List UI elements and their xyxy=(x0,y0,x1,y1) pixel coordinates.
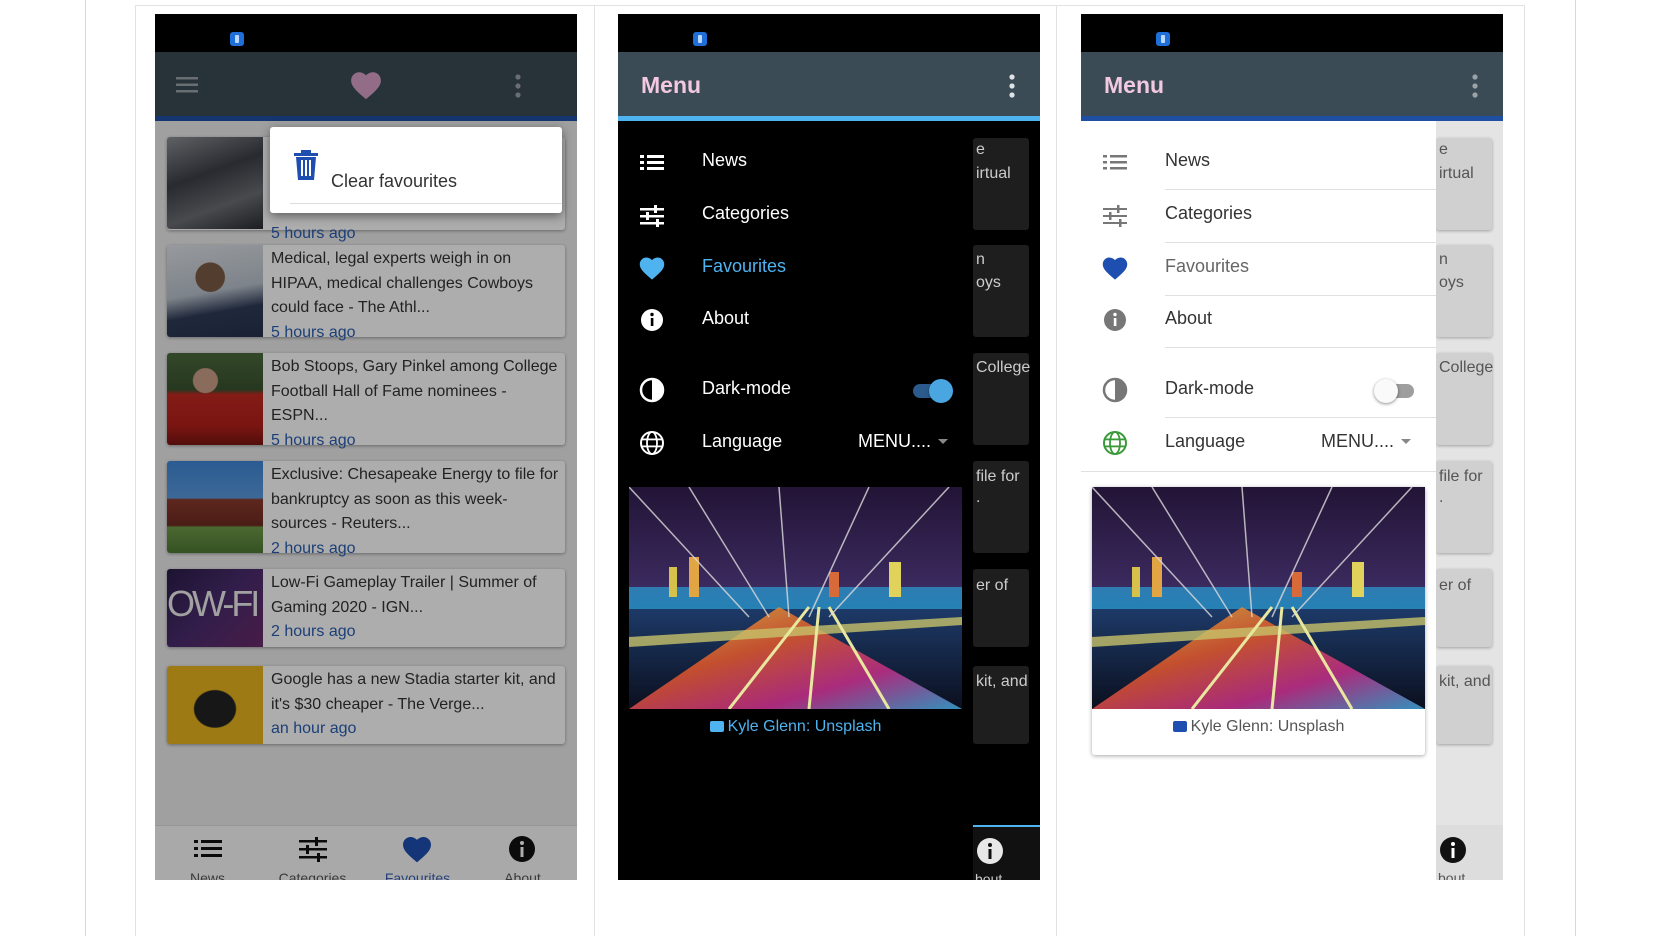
dark-mode-toggle[interactable] xyxy=(911,378,953,404)
column-divider xyxy=(1056,5,1057,936)
drawer-item-language: Language MENU.... xyxy=(618,415,973,471)
drawer-item-language: Language MENU.... xyxy=(1081,415,1436,471)
drawer-item-dark-mode: Dark-mode xyxy=(1081,362,1436,418)
behind-text: irtual xyxy=(1439,165,1474,182)
drawer-item-categories[interactable]: Categories xyxy=(1081,187,1436,243)
contrast-icon xyxy=(639,377,665,403)
options-popup-menu: Clear favourites xyxy=(270,127,562,213)
drawer-item-label: Categories xyxy=(702,203,790,223)
drawer-header: Menu xyxy=(618,52,973,120)
behind-text: file for xyxy=(976,468,1020,485)
drawer-item-favourites[interactable]: Favourites xyxy=(1081,240,1436,296)
photo-credit-text: Kyle Glenn: Unsplash xyxy=(1190,718,1345,735)
list-icon xyxy=(1103,155,1127,170)
navigation-drawer: Menu News Categories Favourites About Da… xyxy=(1081,52,1436,880)
globe-icon xyxy=(640,431,664,455)
drawer-title: Menu xyxy=(1104,72,1165,98)
behind-text: . xyxy=(1439,489,1444,506)
camera-icon xyxy=(709,721,724,732)
drawer-item-label: Dark-mode xyxy=(702,378,792,398)
drawer-item-label: Language xyxy=(1165,431,1246,451)
trash-icon xyxy=(294,150,318,180)
drawer-item-about[interactable]: About xyxy=(1081,292,1436,348)
info-icon[interactable] xyxy=(976,837,1004,865)
sliders-icon xyxy=(640,205,664,227)
drawer-item-label: Categories xyxy=(1165,203,1253,223)
status-bar xyxy=(618,14,1040,52)
behind-text: e xyxy=(1439,141,1448,158)
camera-icon xyxy=(1172,721,1187,732)
drawer-item-label: Favourites xyxy=(1165,256,1250,276)
drawer-item-categories[interactable]: Categories xyxy=(618,187,973,243)
info-icon xyxy=(641,309,663,331)
drawer-item-label: Favourites xyxy=(702,256,787,276)
list-icon xyxy=(640,155,664,170)
drawer-item-label: News xyxy=(702,150,748,170)
behind-text: e xyxy=(976,141,985,158)
notification-icon xyxy=(1156,32,1170,46)
drawer-item-label: Dark-mode xyxy=(1165,378,1255,398)
outer-border-left xyxy=(85,0,86,936)
more-options-icon[interactable] xyxy=(1004,72,1020,100)
notification-icon xyxy=(230,32,244,46)
phone-screen-dark-drawer: e irtual n oys College file for . er of … xyxy=(618,14,1040,880)
drawer-item-label: Language xyxy=(702,431,783,451)
header-photo-bridge xyxy=(1092,487,1425,709)
behind-text: College xyxy=(976,359,1031,376)
column-divider xyxy=(594,5,595,936)
globe-icon xyxy=(1103,431,1127,455)
heart-icon xyxy=(1102,257,1128,280)
drawer-item-label: About xyxy=(702,308,750,328)
bottom-nav-label: bout xyxy=(1438,870,1466,880)
drawer-item-label: About xyxy=(1165,308,1213,328)
chevron-down-icon xyxy=(938,439,948,444)
language-dropdown[interactable]: MENU.... xyxy=(848,415,958,471)
clear-favourites-label: Clear favourites xyxy=(331,171,458,191)
drawer-header: Menu xyxy=(1081,52,1436,120)
behind-text: College xyxy=(1439,359,1494,376)
behind-text: . xyxy=(976,489,981,506)
contrast-icon xyxy=(1102,377,1128,403)
drawer-item-about[interactable]: About xyxy=(618,292,973,348)
heart-icon xyxy=(639,257,665,280)
behind-text: oys xyxy=(976,274,1001,291)
drawer-item-news[interactable]: News xyxy=(1081,134,1436,190)
behind-text: n xyxy=(976,251,985,268)
photo-credit[interactable]: Kyle Glenn: Unsplash xyxy=(618,718,973,736)
more-options-icon[interactable] xyxy=(1467,72,1483,100)
drawer-item-favourites[interactable]: Favourites xyxy=(618,240,973,296)
dark-mode-toggle[interactable] xyxy=(1374,378,1416,404)
behind-text: er of xyxy=(976,577,1009,594)
photo-credit-text: Kyle Glenn: Unsplash xyxy=(727,718,882,735)
clear-favourites-item[interactable]: Clear favourites xyxy=(270,127,562,213)
drawer-title: Menu xyxy=(641,72,702,98)
notification-icon xyxy=(693,32,707,46)
status-bar xyxy=(155,14,577,52)
behind-text: oys xyxy=(1439,274,1464,291)
photo-credit[interactable]: Kyle Glenn: Unsplash xyxy=(1081,718,1436,736)
info-icon xyxy=(1104,309,1126,331)
outer-border-right xyxy=(1575,0,1576,936)
status-bar xyxy=(1081,14,1503,52)
language-dropdown-value: MENU.... xyxy=(858,431,932,451)
behind-text: kit, and xyxy=(976,673,1028,690)
behind-text: file for xyxy=(1439,468,1483,485)
drawer-item-dark-mode: Dark-mode xyxy=(618,362,973,418)
phone-screen-list: Festival - Billboard...5 hours ago Medic… xyxy=(155,14,577,880)
chevron-down-icon xyxy=(1401,439,1411,444)
behind-text: n xyxy=(1439,251,1448,268)
drawer-item-news[interactable]: News xyxy=(618,134,973,190)
bottom-nav-label: bout xyxy=(975,871,1003,880)
navigation-drawer: Menu News Categories Favourites About Da… xyxy=(618,52,973,880)
language-dropdown[interactable]: MENU.... xyxy=(1311,415,1421,471)
behind-text: er of xyxy=(1439,577,1472,594)
behind-text: irtual xyxy=(976,165,1011,182)
sliders-icon xyxy=(1103,205,1127,227)
phone-screen-light-drawer: e irtual n oys College file for . er of … xyxy=(1081,14,1503,880)
language-dropdown-value: MENU.... xyxy=(1321,431,1395,451)
behind-text: kit, and xyxy=(1439,673,1491,690)
info-icon[interactable] xyxy=(1439,836,1467,864)
header-photo-bridge xyxy=(629,487,962,709)
drawer-item-label: News xyxy=(1165,150,1211,170)
